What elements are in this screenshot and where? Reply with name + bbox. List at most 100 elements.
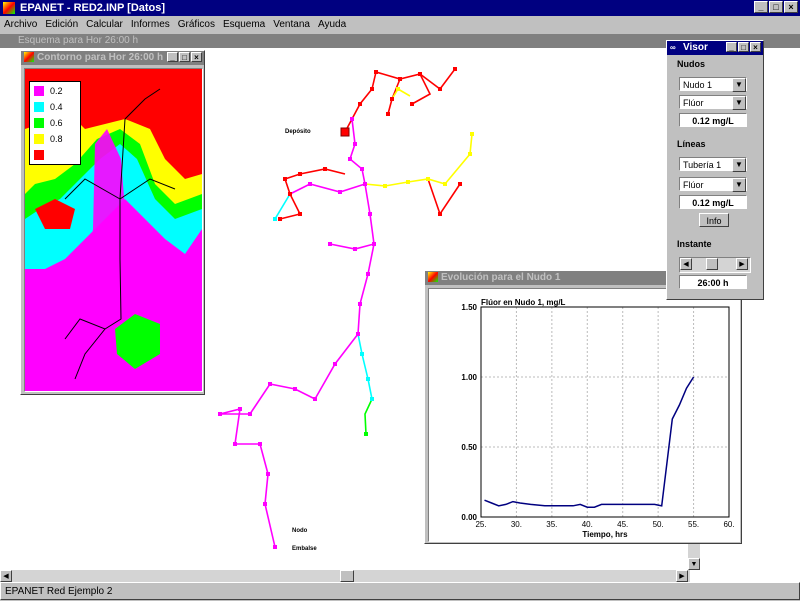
graph-window-icon[interactable] xyxy=(428,272,438,282)
map-node[interactable] xyxy=(356,332,360,336)
map-link[interactable] xyxy=(364,398,373,435)
map-node[interactable] xyxy=(368,212,372,216)
map-node[interactable] xyxy=(458,182,462,186)
link-select[interactable]: Tubería 1 ▼ xyxy=(679,157,747,172)
menu-esquema[interactable]: Esquema xyxy=(223,16,265,34)
contour-maximize-button[interactable]: □ xyxy=(179,52,190,62)
close-button[interactable]: × xyxy=(784,1,798,13)
contour-window[interactable]: Contorno para Hor 26:00 h _ □ × 0.2 0.4 … xyxy=(20,50,205,395)
menu-ventana[interactable]: Ventana xyxy=(273,16,310,34)
map-node[interactable] xyxy=(353,142,357,146)
info-button[interactable]: Info xyxy=(699,213,729,227)
time-slider[interactable]: ◀ ▶ xyxy=(679,257,751,273)
map-node[interactable] xyxy=(364,432,368,436)
map-node[interactable] xyxy=(348,157,352,161)
map-link[interactable] xyxy=(375,68,456,91)
menu-graficos[interactable]: Gráficos xyxy=(178,16,215,34)
time-right-icon[interactable]: ▶ xyxy=(736,258,748,270)
map-node[interactable] xyxy=(238,407,242,411)
scroll-right-icon[interactable]: ▶ xyxy=(676,570,688,582)
epanet-app-icon[interactable] xyxy=(3,2,15,14)
map-node[interactable] xyxy=(406,180,410,184)
map-node[interactable] xyxy=(383,184,387,188)
contour-close-button[interactable]: × xyxy=(191,52,202,62)
map-node[interactable] xyxy=(360,352,364,356)
map-node[interactable] xyxy=(370,397,374,401)
map-node[interactable] xyxy=(374,70,378,74)
map-node[interactable] xyxy=(258,442,262,446)
map-node[interactable] xyxy=(438,87,442,91)
browser-minimize-button[interactable]: _ xyxy=(726,42,737,52)
map-node[interactable] xyxy=(266,472,270,476)
map-node[interactable] xyxy=(358,102,362,106)
map-node[interactable] xyxy=(386,112,390,116)
maximize-button[interactable]: □ xyxy=(769,1,783,13)
map-link[interactable] xyxy=(357,183,375,335)
map-link[interactable] xyxy=(289,183,366,195)
node-param-select[interactable]: Flúor ▼ xyxy=(679,95,747,110)
map-node[interactable] xyxy=(453,67,457,71)
map-node[interactable] xyxy=(273,217,277,221)
map-link[interactable] xyxy=(219,383,316,548)
map-node[interactable] xyxy=(298,212,302,216)
map-node[interactable] xyxy=(313,397,317,401)
map-node[interactable] xyxy=(372,242,376,246)
map-link[interactable] xyxy=(314,333,359,400)
browser-close-button[interactable]: × xyxy=(750,42,761,52)
map-link[interactable] xyxy=(357,333,373,400)
map-node[interactable] xyxy=(350,117,354,121)
map-node[interactable] xyxy=(418,72,422,76)
menu-ayuda[interactable]: Ayuda xyxy=(318,16,346,34)
chevron-down-icon[interactable]: ▼ xyxy=(732,178,746,192)
map-node[interactable] xyxy=(283,177,287,181)
map-node[interactable] xyxy=(338,190,342,194)
map-node[interactable] xyxy=(263,502,267,506)
scroll-left-icon[interactable]: ◀ xyxy=(0,570,12,582)
map-node[interactable] xyxy=(358,302,362,306)
time-slider-thumb[interactable] xyxy=(706,258,718,270)
map-link[interactable] xyxy=(364,133,473,187)
map-node[interactable] xyxy=(470,132,474,136)
map-node[interactable] xyxy=(233,442,237,446)
map-node[interactable] xyxy=(363,182,367,186)
map-link[interactable] xyxy=(329,243,375,250)
menu-edicion[interactable]: Edición xyxy=(45,16,78,34)
map-node[interactable] xyxy=(438,212,442,216)
map-node[interactable] xyxy=(273,545,277,549)
map-node[interactable] xyxy=(333,362,337,366)
map-node[interactable] xyxy=(390,97,394,101)
contour-window-icon[interactable] xyxy=(24,52,34,62)
contour-minimize-button[interactable]: _ xyxy=(167,52,178,62)
map-node[interactable] xyxy=(468,152,472,156)
menu-calcular[interactable]: Calcular xyxy=(86,16,123,34)
horizontal-scrollbar[interactable]: ◀ ▶ xyxy=(0,570,690,582)
map-node[interactable] xyxy=(278,217,282,221)
map-node[interactable] xyxy=(426,177,430,181)
time-left-icon[interactable]: ◀ xyxy=(680,258,692,270)
tank-icon[interactable] xyxy=(340,127,350,137)
map-node[interactable] xyxy=(293,387,297,391)
chevron-down-icon[interactable]: ▼ xyxy=(732,158,746,172)
map-node[interactable] xyxy=(323,167,327,171)
browser-maximize-button[interactable]: □ xyxy=(738,42,749,52)
map-node[interactable] xyxy=(328,242,332,246)
chevron-down-icon[interactable]: ▼ xyxy=(732,96,746,110)
scroll-down-icon[interactable]: ▼ xyxy=(688,558,700,570)
map-node[interactable] xyxy=(268,382,272,386)
map-node[interactable] xyxy=(298,172,302,176)
menu-informes[interactable]: Informes xyxy=(131,16,170,34)
menu-archivo[interactable]: Archivo xyxy=(4,16,37,34)
graph-window[interactable]: Evolución para el Nudo 1 Flúor en Nudo 1… xyxy=(424,270,742,544)
map-node[interactable] xyxy=(353,247,357,251)
map-link[interactable] xyxy=(349,118,366,185)
map-node[interactable] xyxy=(308,182,312,186)
scroll-thumb[interactable] xyxy=(340,570,354,582)
map-node[interactable] xyxy=(398,77,402,81)
map-node[interactable] xyxy=(443,182,447,186)
link-param-select[interactable]: Flúor ▼ xyxy=(679,177,747,192)
map-node[interactable] xyxy=(366,272,370,276)
map-node[interactable] xyxy=(370,87,374,91)
node-select[interactable]: Nudo 1 ▼ xyxy=(679,77,747,92)
map-node[interactable] xyxy=(218,412,222,416)
minimize-button[interactable]: _ xyxy=(754,1,768,13)
